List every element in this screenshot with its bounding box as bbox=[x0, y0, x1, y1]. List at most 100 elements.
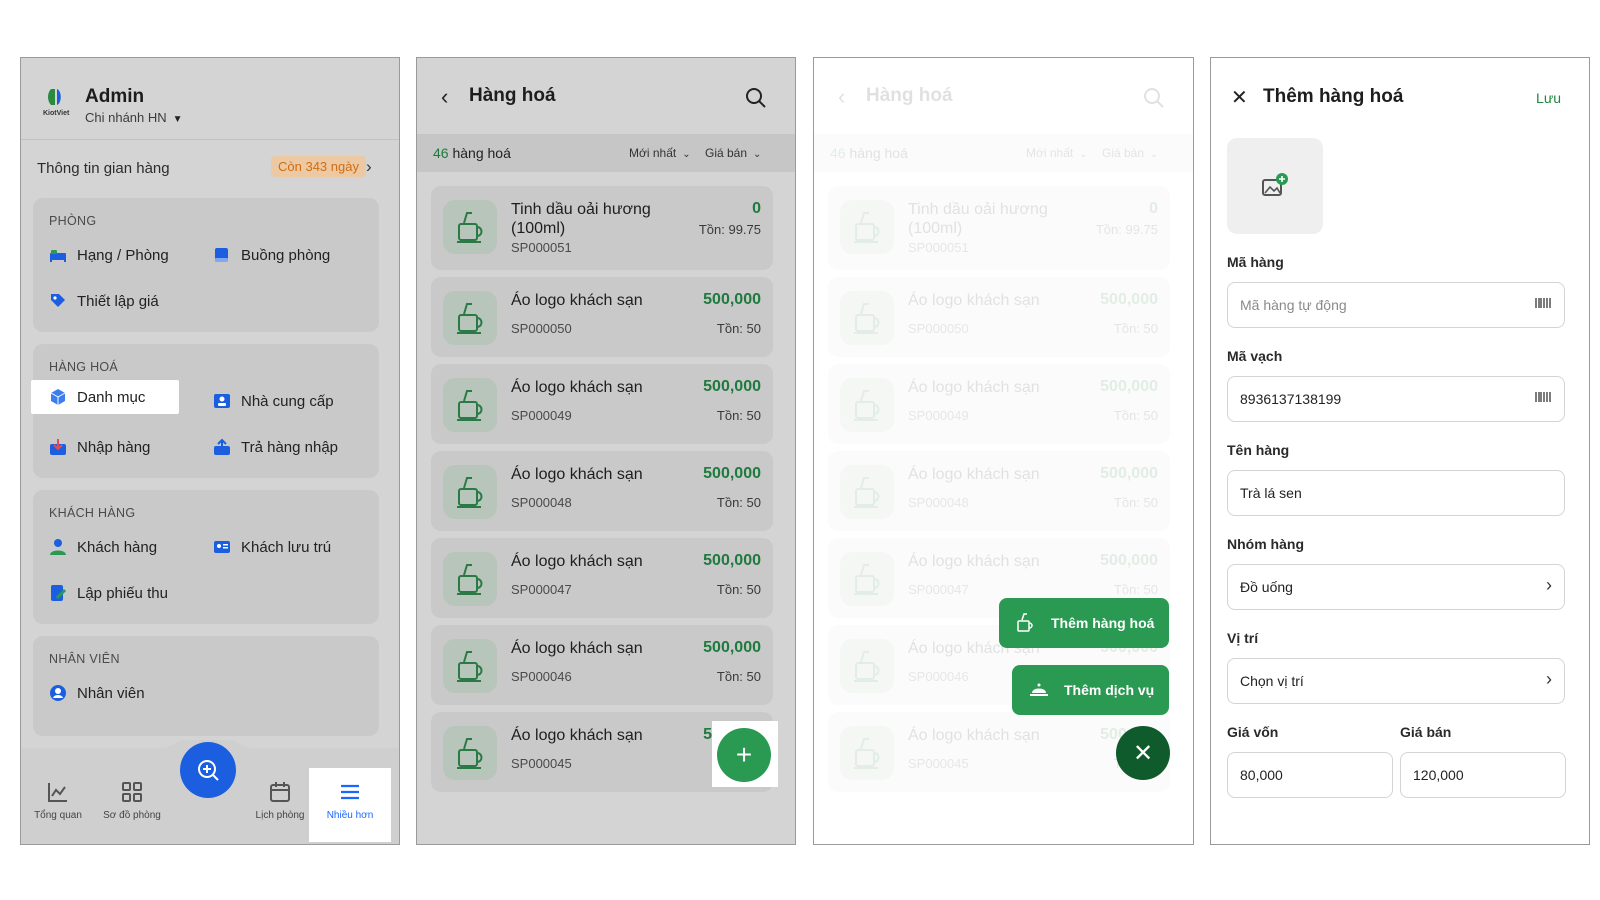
product-placeholder-icon bbox=[854, 303, 880, 334]
product-card[interactable]: Áo logo khách sạn SP000048 500,000 Tồn: 50 bbox=[431, 451, 773, 531]
group-selector[interactable]: Đồ uống › bbox=[1227, 564, 1565, 610]
nav-room-map[interactable]: Sơ đồ phòng bbox=[97, 780, 167, 821]
location-selector[interactable]: Chọn vị trí › bbox=[1227, 658, 1565, 704]
barcode-value: 8936137138199 bbox=[1240, 391, 1342, 407]
menu-item-receipt[interactable]: Lập phiếu thu bbox=[49, 576, 168, 610]
bed-icon bbox=[50, 250, 66, 262]
product-placeholder-icon bbox=[457, 212, 483, 243]
admin-name: Admin bbox=[85, 86, 145, 107]
product-card[interactable]: Áo logo khách sạn SP000046 500,000 Tồn: 50 bbox=[431, 625, 773, 705]
menu-item-import[interactable]: Nhập hàng bbox=[49, 430, 150, 464]
product-placeholder-icon bbox=[457, 303, 483, 334]
menu-item-label: Nhân viên bbox=[77, 684, 145, 702]
barcode-label: Mã vạch bbox=[1227, 348, 1283, 364]
sort-label: Mới nhất bbox=[629, 146, 677, 160]
filter-bar: 46 hàng hoá Mới nhất ⌄ Giá bán ⌄ bbox=[814, 134, 1193, 172]
back-icon[interactable]: ‹ bbox=[838, 84, 845, 110]
product-icon bbox=[1017, 613, 1033, 632]
menu-item-label: Nhà cung cấp bbox=[241, 392, 334, 410]
menu-item-label: Trả hàng nhập bbox=[241, 438, 339, 456]
menu-item-housekeeping[interactable]: Buồng phòng bbox=[213, 238, 330, 272]
kiotviet-logo: KiotViet bbox=[43, 86, 73, 122]
add-service-button[interactable]: Thêm dịch vụ bbox=[1012, 665, 1169, 715]
chevron-right-icon: › bbox=[1546, 669, 1552, 689]
menu-item-pricing[interactable]: Thiết lập giá bbox=[49, 284, 159, 318]
product-price: 500,000 bbox=[703, 378, 761, 395]
price-dropdown[interactable]: Giá bán ⌄ bbox=[705, 146, 761, 160]
product-placeholder-icon bbox=[854, 651, 880, 682]
code-placeholder: Mã hàng tự động bbox=[1240, 297, 1347, 313]
product-price: 0 bbox=[752, 200, 761, 217]
menu-item-guests[interactable]: Khách lưu trú bbox=[213, 530, 331, 564]
sale-price-field[interactable]: 120,000 bbox=[1400, 752, 1566, 798]
price-label: Giá bán bbox=[705, 146, 748, 160]
sort-label: Mới nhất bbox=[1026, 146, 1074, 160]
product-code: SP000046 bbox=[511, 669, 572, 684]
product-card[interactable]: Áo logo khách sạn SP000048 500,000 Tồn: 50 bbox=[828, 451, 1170, 531]
chevron-down-icon: ⌄ bbox=[1150, 149, 1159, 160]
product-card[interactable]: Áo logo khách sạn SP000047 500,000 Tồn: 50 bbox=[431, 538, 773, 618]
product-name: Áo logo khách sạn bbox=[908, 553, 1040, 570]
product-code: SP000051 bbox=[908, 240, 969, 255]
nav-label: Lịch phòng bbox=[255, 810, 305, 821]
product-stock: Tồn: 50 bbox=[716, 582, 761, 597]
product-name: Áo logo khách sạn bbox=[511, 727, 643, 744]
menu-item-label: Nhập hàng bbox=[77, 438, 151, 456]
product-name: Áo logo khách sạn bbox=[511, 640, 643, 657]
product-name: Áo logo khách sạn bbox=[908, 379, 1040, 396]
menu-item-return-import[interactable]: Trả hàng nhập bbox=[213, 430, 338, 464]
back-icon[interactable]: ‹ bbox=[441, 84, 448, 110]
product-stock: Tồn: 50 bbox=[1113, 495, 1158, 510]
close-fab[interactable]: ✕ bbox=[1116, 726, 1170, 780]
store-info-row[interactable]: Thông tin gian hàng Còn 343 ngày › bbox=[21, 140, 399, 194]
product-list-fab-menu-screen: ‹ Hàng hoá 46 hàng hoá Mới nhất ⌄ Giá bán… bbox=[813, 57, 1194, 845]
menu-item-staff[interactable]: Nhân viên bbox=[49, 676, 145, 710]
housekeeping-icon bbox=[215, 248, 228, 262]
name-field[interactable]: Trà lá sen bbox=[1227, 470, 1565, 516]
product-card[interactable]: Tinh dầu oải hương (100ml) SP000051 0 Tồn: … bbox=[431, 186, 773, 270]
branch-selector[interactable]: Chi nhánh HN ▼ bbox=[85, 110, 183, 125]
grid-icon bbox=[122, 782, 142, 802]
chevron-down-icon: ⌄ bbox=[753, 149, 762, 160]
code-field[interactable]: Mã hàng tự động bbox=[1227, 282, 1565, 328]
menu-item-room-types[interactable]: Hạng / Phòng bbox=[49, 238, 169, 272]
product-card[interactable]: Áo logo khách sạn SP000049 500,000 Tồn: 50 bbox=[828, 364, 1170, 444]
close-icon[interactable]: ✕ bbox=[1231, 85, 1248, 110]
product-card[interactable]: Áo logo khách sạn SP000049 500,000 Tồn: 50 bbox=[431, 364, 773, 444]
add-fab[interactable]: + bbox=[717, 728, 771, 782]
product-thumbnail bbox=[443, 465, 497, 519]
service-icon bbox=[1030, 683, 1048, 696]
sort-dropdown[interactable]: Mới nhất ⌄ bbox=[629, 146, 691, 160]
product-count: 46 hàng hoá bbox=[830, 145, 908, 161]
product-card[interactable]: Tinh dầu oải hương (100ml) SP000051 0 Tồn: … bbox=[828, 186, 1170, 270]
menu-icon bbox=[341, 784, 359, 800]
product-count: 46 hàng hoá bbox=[433, 145, 511, 161]
menu-item-catalog[interactable]: Danh mục bbox=[31, 380, 179, 414]
menu-item-customers[interactable]: Khách hàng bbox=[49, 530, 157, 564]
save-button[interactable]: Lưu bbox=[1536, 90, 1561, 106]
search-icon[interactable] bbox=[745, 87, 767, 109]
nav-label: Sơ đồ phòng bbox=[103, 810, 161, 821]
supplier-icon bbox=[214, 394, 230, 408]
menu-item-suppliers[interactable]: Nhà cung cấp bbox=[213, 384, 334, 418]
search-fab[interactable] bbox=[180, 742, 236, 798]
barcode-scan-icon[interactable] bbox=[1534, 389, 1552, 405]
add-product-button[interactable]: Thêm hàng hoá bbox=[999, 598, 1169, 648]
barcode-field[interactable]: 8936137138199 bbox=[1227, 376, 1565, 422]
group-value: Đồ uống bbox=[1240, 579, 1293, 595]
image-upload[interactable] bbox=[1227, 138, 1323, 234]
cost-field[interactable]: 80,000 bbox=[1227, 752, 1393, 798]
product-code: SP000048 bbox=[511, 495, 572, 510]
product-name: Tinh dầu oải hương (100ml) bbox=[511, 201, 651, 237]
nav-more[interactable]: Nhiều hơn bbox=[309, 768, 391, 842]
price-dropdown[interactable]: Giá bán ⌄ bbox=[1102, 146, 1158, 160]
product-card[interactable]: Áo logo khách sạn SP000050 500,000 Tồn: 50 bbox=[431, 277, 773, 357]
search-icon[interactable] bbox=[1143, 87, 1165, 109]
barcode-scan-icon[interactable] bbox=[1534, 295, 1552, 311]
product-placeholder-icon bbox=[854, 738, 880, 769]
list-header: ‹ Hàng hoá bbox=[814, 58, 1193, 134]
product-card[interactable]: Áo logo khách sạn SP000050 500,000 Tồn: 50 bbox=[828, 277, 1170, 357]
nav-room-calendar[interactable]: Lịch phòng bbox=[245, 780, 315, 821]
nav-overview[interactable]: Tổng quan bbox=[23, 780, 93, 821]
sort-dropdown[interactable]: Mới nhất ⌄ bbox=[1026, 146, 1088, 160]
